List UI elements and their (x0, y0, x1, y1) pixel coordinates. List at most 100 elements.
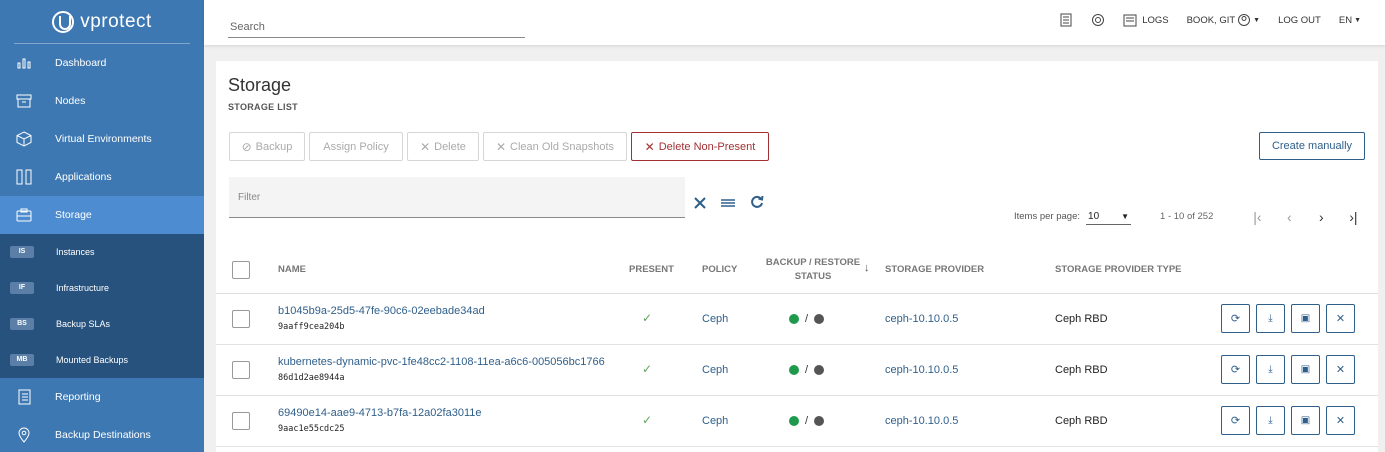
sidebar-subitem-instances[interactable]: IS Instances (0, 234, 204, 270)
restore-row-button[interactable]: ⤓ (1256, 304, 1285, 333)
select-all-checkbox[interactable] (232, 261, 250, 279)
provider-link[interactable]: ceph-10.10.0.5 (885, 313, 958, 325)
provider-type: Ceph RBD (1055, 364, 1108, 376)
items-per-page-select[interactable]: 10 ▼ (1086, 208, 1132, 225)
user-menu[interactable]: BOOK, GIT ▼ (1187, 13, 1260, 27)
next-page-icon[interactable]: › (1305, 209, 1337, 225)
status-header-line2: STATUS (794, 271, 832, 282)
present-header[interactable]: PRESENT (629, 264, 674, 275)
restore-row-button[interactable]: ⤓ (1256, 406, 1285, 435)
close-icon: ✕ (1335, 415, 1346, 427)
provider-type-header[interactable]: STORAGE PROVIDER TYPE (1055, 264, 1182, 275)
sidebar-item-storage[interactable]: Storage (0, 196, 204, 234)
row-checkbox[interactable] (232, 412, 250, 430)
last-page-icon[interactable]: ›| (1337, 209, 1369, 225)
notes-icon[interactable] (1059, 13, 1073, 27)
subitem-badge: MB (10, 354, 34, 366)
sidebar-item-backup-destinations[interactable]: Backup Destinations (0, 416, 204, 452)
sidebar-item-label: Virtual Environments (55, 133, 152, 145)
help-icon[interactable] (1091, 13, 1105, 27)
storage-name-link[interactable]: 69490e14-aae9-4713-b7fa-12a02fa3011e (278, 407, 481, 419)
restore-status-dot (814, 314, 825, 324)
clean-old-snapshots-button[interactable]: ✕ Clean Old Snapshots (483, 132, 627, 161)
backup-row-button[interactable]: ⟳ (1221, 355, 1250, 384)
mount-row-button[interactable]: ▣ (1291, 304, 1320, 333)
storage-name-link[interactable]: b1045b9a-25d5-47fe-90c6-02eebade34ad (278, 305, 485, 317)
clean-snapshots-label: Clean Old Snapshots (510, 140, 614, 153)
provider-link[interactable]: ceph-10.10.0.5 (885, 415, 958, 427)
backup-icon: ⟳ (1230, 364, 1241, 376)
search-input[interactable]: Search (228, 16, 525, 38)
table-row[interactable]: 69490e14-aae9-4713-b7fa-12a02fa3011e 9aa… (216, 396, 1378, 447)
sidebar-item-nodes[interactable]: Nodes (0, 82, 204, 120)
delete-row-button[interactable]: ✕ (1326, 304, 1355, 333)
sort-arrow-down-icon[interactable]: ↓ (864, 262, 870, 274)
provider-header[interactable]: STORAGE PROVIDER (885, 264, 984, 275)
filter-input[interactable]: Filter (229, 177, 685, 218)
backup-status-dot (789, 365, 799, 375)
sidebar-item-dashboard[interactable]: Dashboard (0, 44, 204, 82)
subitem-badge: IS (10, 246, 34, 258)
storage-icon (14, 207, 34, 223)
page-title: Storage (228, 75, 292, 95)
sidebar-subitem-backup-slas[interactable]: BS Backup SLAs (0, 306, 204, 342)
page-range: 1 - 10 of 252 (1160, 211, 1214, 222)
sidebar-item-label: Applications (55, 171, 112, 183)
policy-link[interactable]: Ceph (702, 364, 728, 376)
table-row[interactable]: b1045b9a-25d5-47fe-90c6-02eebade34ad 9aa… (216, 294, 1378, 345)
language-menu[interactable]: EN ▼ (1339, 15, 1361, 26)
mount-row-button[interactable]: ▣ (1291, 355, 1320, 384)
restore-row-button[interactable]: ⤓ (1256, 355, 1285, 384)
delete-row-button[interactable]: ✕ (1326, 406, 1355, 435)
download-icon: ⤓ (1268, 313, 1273, 324)
clear-filter-icon[interactable] (694, 196, 706, 214)
delete-non-present-button[interactable]: ✕ Delete Non-Present (631, 132, 769, 161)
close-icon: ✕ (495, 139, 507, 154)
create-manually-button[interactable]: Create manually (1259, 132, 1365, 160)
table-row[interactable]: kubernetes-dynamic-pvc-1fe48cc2-1108-11e… (216, 345, 1378, 396)
backup-status-dot (789, 314, 799, 324)
storage-card: Storage STORAGE LIST ⊘ Backup Assign Pol… (216, 61, 1378, 452)
backup-row-button[interactable]: ⟳ (1221, 406, 1250, 435)
delete-button[interactable]: ✕ Delete (407, 132, 479, 161)
paginator: Items per page: 10 ▼ 1 - 10 of 252 |‹ ‹ … (1014, 208, 1369, 225)
backup-row-button[interactable]: ⟳ (1221, 304, 1250, 333)
row-checkbox[interactable] (232, 310, 250, 328)
close-icon: ✕ (1335, 364, 1346, 376)
row-checkbox[interactable] (232, 361, 250, 379)
policy-link[interactable]: Ceph (702, 415, 728, 427)
list-menu-icon[interactable] (720, 196, 736, 214)
delete-row-button[interactable]: ✕ (1326, 355, 1355, 384)
backup-button[interactable]: ⊘ Backup (229, 132, 305, 161)
sidebar-item-reporting[interactable]: Reporting (0, 378, 204, 416)
storage-submenu: IS Instances IF Infrastructure BS Backup… (0, 234, 204, 378)
subitem-badge: BS (10, 318, 34, 330)
mount-row-button[interactable]: ▣ (1291, 406, 1320, 435)
logs-link[interactable]: LOGS (1123, 13, 1169, 27)
assign-policy-button[interactable]: Assign Policy (309, 132, 403, 161)
provider-link[interactable]: ceph-10.10.0.5 (885, 364, 958, 376)
chevron-down-icon: ▼ (1354, 16, 1361, 24)
archive-icon (14, 93, 34, 109)
backup-status-dot (789, 416, 799, 426)
first-page-icon[interactable]: |‹ (1241, 209, 1273, 225)
folder-download-icon: ▣ (1300, 364, 1311, 375)
refresh-icon[interactable] (750, 195, 764, 214)
previous-page-icon[interactable]: ‹ (1273, 209, 1305, 225)
sidebar-item-virtual-environments[interactable]: Virtual Environments (0, 120, 204, 158)
status-header[interactable]: BACKUP / RESTORE STATUS (764, 257, 862, 282)
sidebar-subitem-infrastructure[interactable]: IF Infrastructure (0, 270, 204, 306)
logo[interactable]: vprotect (14, 0, 190, 44)
sidebar-item-applications[interactable]: Applications (0, 158, 204, 196)
items-per-page-label: Items per page: (1014, 211, 1081, 222)
logout-button[interactable]: LOG OUT (1278, 15, 1321, 26)
name-header[interactable]: NAME (278, 264, 306, 275)
storage-name-link[interactable]: kubernetes-dynamic-pvc-1fe48cc2-1108-11e… (278, 356, 605, 368)
policy-link[interactable]: Ceph (702, 313, 728, 325)
sidebar-subitem-mounted-backups[interactable]: MB Mounted Backups (0, 342, 204, 378)
close-icon: ✕ (644, 139, 655, 154)
policy-header[interactable]: POLICY (702, 264, 737, 275)
close-icon: ✕ (1335, 313, 1346, 325)
subitem-label: Instances (56, 247, 95, 257)
logo-icon (52, 10, 75, 33)
